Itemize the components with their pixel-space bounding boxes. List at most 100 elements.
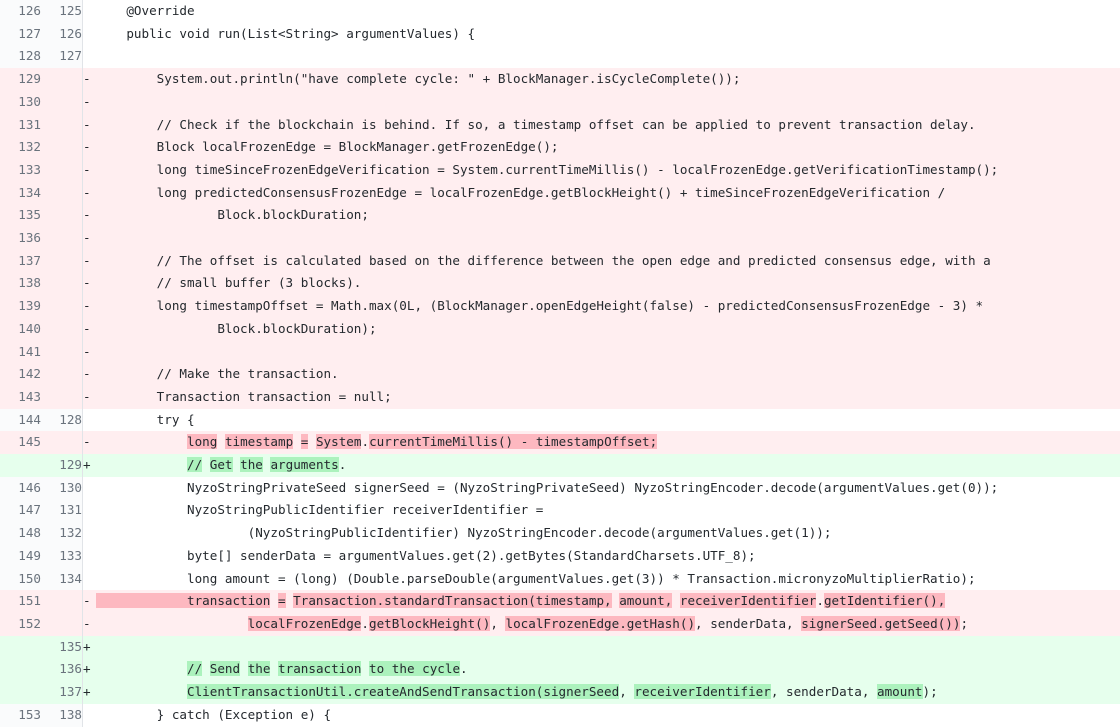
old-line-number[interactable]: 144	[0, 408, 41, 432]
code-line[interactable]	[96, 635, 1120, 659]
old-line-number[interactable]: 136	[0, 227, 41, 250]
code-diff-table: 126 125 @Override 127 126 public void run(L…	[0, 0, 1120, 727]
new-line-number[interactable]: 128	[41, 408, 83, 432]
code-line[interactable]: System.out.println("have complete cycle:…	[96, 68, 1120, 91]
old-line-number[interactable]: 140	[0, 317, 41, 341]
code-line[interactable]: // small buffer (3 blocks).	[96, 272, 1120, 296]
new-line-number[interactable]	[41, 340, 83, 364]
new-line-number[interactable]: 136	[41, 658, 83, 682]
old-line-number[interactable]: 131	[0, 113, 41, 137]
new-line-number[interactable]: 135	[41, 635, 83, 659]
new-line-number[interactable]	[41, 363, 83, 386]
new-line-number[interactable]	[41, 113, 83, 137]
code-line[interactable]	[96, 340, 1120, 364]
old-line-number[interactable]: 132	[0, 136, 41, 159]
old-line-number[interactable]: 141	[0, 340, 41, 364]
new-line-number[interactable]: 127	[41, 45, 83, 69]
code-line[interactable]	[96, 90, 1120, 114]
new-line-number[interactable]	[41, 136, 83, 159]
code-line[interactable]: long timeSinceFrozenEdgeVerification = S…	[96, 158, 1120, 182]
new-line-number[interactable]: 132	[41, 522, 83, 545]
old-line-number[interactable]	[0, 635, 41, 659]
new-line-number[interactable]: 130	[41, 476, 83, 500]
old-line-number[interactable]	[0, 681, 41, 704]
code-line[interactable]: byte[] senderData = argumentValues.get(2…	[96, 544, 1120, 568]
new-line-number[interactable]	[41, 272, 83, 296]
code-line[interactable]: Block localFrozenEdge = BlockManager.get…	[96, 136, 1120, 159]
new-line-number[interactable]	[41, 431, 83, 455]
old-line-number[interactable]: 149	[0, 544, 41, 568]
old-line-number[interactable]: 128	[0, 45, 41, 69]
old-line-number[interactable]: 150	[0, 567, 41, 591]
new-line-number[interactable]	[41, 590, 83, 613]
old-line-number[interactable]: 153	[0, 703, 41, 727]
code-line[interactable]: transaction = Transaction.standardTransa…	[96, 590, 1120, 613]
old-line-number[interactable]: 143	[0, 385, 41, 409]
new-line-number[interactable]	[41, 204, 83, 228]
code-line[interactable]: ClientTransactionUtil.createAndSendTrans…	[96, 681, 1120, 704]
old-line-number[interactable]: 151	[0, 590, 41, 613]
code-line[interactable]	[96, 227, 1120, 250]
code-line[interactable]: NyzoStringPublicIdentifier receiverIdent…	[96, 499, 1120, 523]
old-line-number[interactable]: 137	[0, 249, 41, 273]
code-line[interactable]: // Make the transaction.	[96, 363, 1120, 386]
diff-row: 139 - long timestampOffset = Math.max(0L,…	[0, 295, 1120, 318]
old-line-number[interactable]: 152	[0, 612, 41, 636]
new-line-number[interactable]	[41, 385, 83, 409]
new-line-number[interactable]: 129	[41, 454, 83, 477]
old-line-number[interactable]	[0, 454, 41, 477]
diff-marker: -	[82, 249, 96, 273]
code-line[interactable]: Transaction transaction = null;	[96, 385, 1120, 409]
code-line[interactable]: // Send the transaction to the cycle.	[96, 658, 1120, 682]
old-line-number[interactable]	[0, 658, 41, 682]
old-line-number[interactable]: 148	[0, 522, 41, 545]
code-line[interactable]: // Check if the blockchain is behind. If…	[96, 113, 1120, 137]
new-line-number[interactable]	[41, 181, 83, 205]
new-line-number[interactable]: 137	[41, 681, 83, 704]
code-line[interactable]: public void run(List<String> argumentVal…	[96, 22, 1120, 46]
code-line[interactable]: try {	[96, 408, 1120, 432]
code-line[interactable]	[96, 45, 1120, 69]
new-line-number[interactable]: 133	[41, 544, 83, 568]
old-line-number[interactable]: 126	[0, 0, 41, 23]
code-line[interactable]: Block.blockDuration;	[96, 204, 1120, 228]
new-line-number[interactable]: 125	[41, 0, 83, 23]
new-line-number[interactable]	[41, 249, 83, 273]
code-line[interactable]: // The offset is calculated based on the…	[96, 249, 1120, 273]
code-line[interactable]: long timestamp = System.currentTimeMilli…	[96, 431, 1120, 455]
old-line-number[interactable]: 133	[0, 158, 41, 182]
code-line[interactable]: long amount = (long) (Double.parseDouble…	[96, 567, 1120, 591]
old-line-number[interactable]: 147	[0, 499, 41, 523]
new-line-number[interactable]	[41, 295, 83, 318]
new-line-number[interactable]	[41, 612, 83, 636]
code-line[interactable]: Block.blockDuration);	[96, 317, 1120, 341]
old-line-number[interactable]: 142	[0, 363, 41, 386]
code-line[interactable]: long timestampOffset = Math.max(0L, (Blo…	[96, 295, 1120, 318]
new-line-number[interactable]: 138	[41, 703, 83, 727]
new-line-number[interactable]	[41, 227, 83, 250]
old-line-number[interactable]: 139	[0, 295, 41, 318]
old-line-number[interactable]: 127	[0, 22, 41, 46]
new-line-number[interactable]	[41, 90, 83, 114]
new-line-number[interactable]: 131	[41, 499, 83, 523]
old-line-number[interactable]: 145	[0, 431, 41, 455]
old-line-number[interactable]: 138	[0, 272, 41, 296]
code-line[interactable]: @Override	[96, 0, 1120, 23]
old-line-number[interactable]: 134	[0, 181, 41, 205]
old-line-number[interactable]: 130	[0, 90, 41, 114]
code-line[interactable]: NyzoStringPrivateSeed signerSeed = (Nyzo…	[96, 476, 1120, 500]
old-line-number[interactable]: 129	[0, 68, 41, 91]
old-line-number[interactable]: 135	[0, 204, 41, 228]
code-line[interactable]: localFrozenEdge.getBlockHeight(), localF…	[96, 612, 1120, 636]
code-line[interactable]: } catch (Exception e) {	[96, 703, 1120, 727]
old-line-number[interactable]: 146	[0, 476, 41, 500]
new-line-number[interactable]: 126	[41, 22, 83, 46]
new-line-number[interactable]	[41, 68, 83, 91]
code-line[interactable]: // Get the arguments.	[96, 454, 1120, 477]
new-line-number[interactable]: 134	[41, 567, 83, 591]
new-line-number[interactable]	[41, 158, 83, 182]
code-line[interactable]: (NyzoStringPublicIdentifier) NyzoStringE…	[96, 522, 1120, 545]
code-line[interactable]: long predictedConsensusFrozenEdge = loca…	[96, 181, 1120, 205]
new-line-number[interactable]	[41, 317, 83, 341]
